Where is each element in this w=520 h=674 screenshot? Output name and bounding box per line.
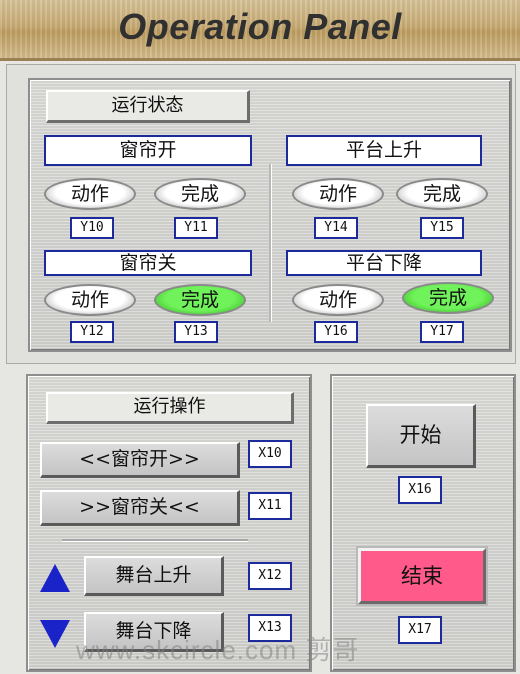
addr-y17: Y17 (420, 321, 464, 343)
operation-divider (62, 539, 248, 541)
group-label-curtain-open: 窗帘开 (44, 135, 252, 166)
addr-y11: Y11 (174, 217, 218, 239)
page-title: Operation Panel (118, 6, 402, 47)
lamp-curtain-close-done: 完成 (154, 284, 246, 316)
curtain-close-button[interactable]: >>窗帘关<< (40, 490, 240, 526)
addr-x10: X10 (248, 440, 292, 468)
addr-y10: Y10 (70, 217, 114, 239)
addr-y12: Y12 (70, 321, 114, 343)
stop-button[interactable]: 结束 (356, 546, 488, 606)
group-label-platform-up: 平台上升 (286, 135, 482, 166)
operation-title: 运行操作 (46, 392, 294, 424)
lamp-platform-down-action: 动作 (292, 284, 384, 316)
addr-x12: X12 (248, 562, 292, 590)
addr-x11: X11 (248, 492, 292, 520)
addr-x17: X17 (398, 616, 442, 644)
status-title: 运行状态 (46, 90, 250, 123)
status-panel: 运行状态 窗帘开 动作 完成 Y10 Y11 平台上升 动作 完成 Y14 Y1… (28, 78, 512, 352)
lamp-platform-down-done: 完成 (402, 282, 494, 314)
group-label-platform-down: 平台下降 (286, 250, 482, 276)
lamp-curtain-close-action: 动作 (44, 284, 136, 316)
control-panel: 开始 X16 结束 X17 (330, 374, 516, 672)
addr-y14: Y14 (314, 217, 358, 239)
arrow-up-icon (40, 564, 70, 592)
lamp-platform-up-done: 完成 (396, 178, 488, 210)
lamp-platform-up-action: 动作 (292, 178, 384, 210)
lamp-curtain-open-done: 完成 (154, 178, 246, 210)
start-button[interactable]: 开始 (366, 404, 476, 468)
status-divider (269, 164, 271, 322)
group-label-curtain-close: 窗帘关 (44, 250, 252, 276)
addr-x16: X16 (398, 476, 442, 504)
operation-panel: 运行操作 <<窗帘开>> X10 >>窗帘关<< X11 舞台上升 X12 舞台… (26, 374, 312, 672)
arrow-down-icon (40, 620, 70, 648)
curtain-open-button[interactable]: <<窗帘开>> (40, 442, 240, 478)
addr-y15: Y15 (420, 217, 464, 239)
addr-y16: Y16 (314, 321, 358, 343)
lamp-curtain-open-action: 动作 (44, 178, 136, 210)
addr-y13: Y13 (174, 321, 218, 343)
watermark: www.skcircle.com 剪哥 (76, 635, 360, 665)
stage-up-button[interactable]: 舞台上升 (84, 556, 224, 596)
header-banner: Operation Panel (0, 0, 520, 61)
